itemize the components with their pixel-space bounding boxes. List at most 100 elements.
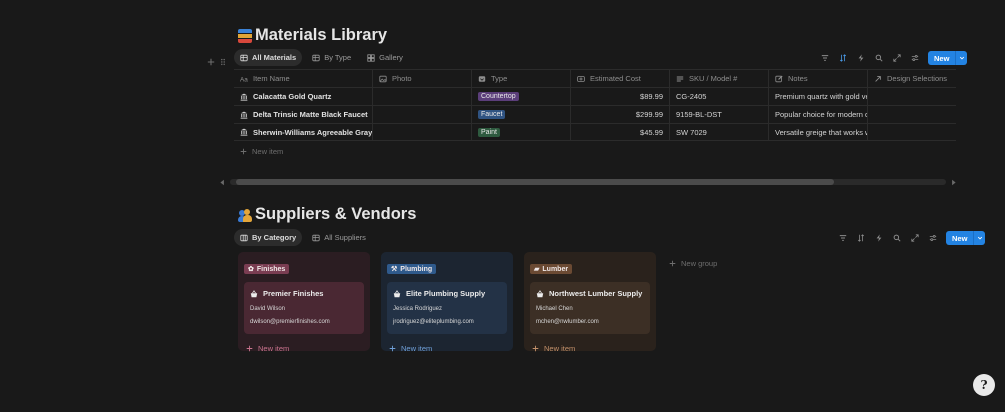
- add-block-icon[interactable]: [207, 53, 215, 71]
- item-name[interactable]: Delta Trinsic Matte Black Faucet: [253, 110, 368, 119]
- wrench-icon: ⚒: [391, 266, 398, 273]
- text-icon: Aa: [240, 76, 248, 83]
- supplier-contact: David Wilson: [250, 306, 286, 312]
- automation-bolt-icon[interactable]: [872, 232, 885, 245]
- type-tag: Countertop: [478, 92, 519, 101]
- tab-by-type[interactable]: By Type: [306, 49, 357, 66]
- materials-title-text: Materials Library: [255, 26, 388, 44]
- notes-cell: Popular choice for modern designs: [769, 106, 868, 123]
- item-name[interactable]: Calacatta Gold Quartz: [253, 92, 331, 101]
- scroll-left-icon[interactable]: [219, 173, 226, 191]
- column-header-design-selections[interactable]: Design Selections: [868, 70, 956, 87]
- table-row[interactable]: Delta Trinsic Matte Black Faucet Faucet …: [234, 105, 956, 123]
- automation-bolt-icon[interactable]: [854, 52, 867, 65]
- text-lines-icon: [676, 76, 684, 81]
- settings-sliders-icon[interactable]: [908, 52, 921, 65]
- table-icon: [312, 234, 320, 241]
- select-icon: [478, 75, 486, 82]
- horizontal-scrollbar[interactable]: [219, 178, 957, 186]
- basket-icon: [393, 289, 401, 297]
- basket-icon: [536, 289, 544, 297]
- supplier-card[interactable]: Premier Finishes David Wilson dwilson@pr…: [244, 282, 364, 334]
- tab-all-materials[interactable]: All Materials: [234, 49, 303, 66]
- supplier-name: Elite Plumbing Supply: [406, 289, 486, 298]
- help-button[interactable]: ?: [973, 374, 995, 396]
- wood-icon: ▰: [534, 266, 540, 273]
- people-emoji-icon: [238, 208, 252, 222]
- tab-gallery[interactable]: Gallery: [361, 49, 409, 66]
- board-column-finishes: ✿ Finishes Premier Finishes David Wilson…: [238, 252, 370, 353]
- new-group-button[interactable]: New group: [667, 252, 717, 274]
- column-header-sku[interactable]: SKU / Model #: [670, 70, 769, 87]
- palette-icon: ✿: [248, 266, 254, 273]
- supplier-email: jrodriguez@eliteplumbing.com: [393, 319, 474, 325]
- supplier-card[interactable]: Elite Plumbing Supply Jessica Rodriguez …: [387, 282, 507, 334]
- plus-icon: [532, 345, 539, 352]
- chevron-down-icon[interactable]: [955, 51, 968, 65]
- materials-new-button[interactable]: New: [928, 51, 968, 65]
- sort-icon[interactable]: [836, 52, 849, 65]
- photo-cell[interactable]: [373, 106, 472, 123]
- scroll-track[interactable]: [230, 179, 946, 185]
- group-tag-finishes[interactable]: ✿ Finishes: [244, 264, 290, 274]
- board-column-plumbing: ⚒ Plumbing Elite Plumbing Supply Jessica…: [381, 252, 513, 353]
- gallery-icon: [367, 53, 375, 62]
- suppliers-new-button[interactable]: New: [946, 231, 986, 245]
- scroll-thumb[interactable]: [236, 179, 834, 185]
- filter-icon[interactable]: [818, 52, 831, 65]
- supplier-name: Premier Finishes: [263, 289, 324, 298]
- column-header-type[interactable]: Type: [472, 70, 571, 87]
- bank-building-icon: [240, 128, 248, 136]
- scroll-right-icon[interactable]: [950, 173, 957, 191]
- bank-building-icon: [240, 93, 248, 101]
- type-tag: Paint: [478, 127, 500, 137]
- table-icon: [312, 54, 320, 61]
- suppliers-view-tabs: By Category All Suppliers: [234, 229, 372, 246]
- relation-arrow-icon: [875, 75, 881, 82]
- column-header-photo[interactable]: Photo: [373, 70, 472, 87]
- settings-sliders-icon[interactable]: [926, 232, 939, 245]
- edit-icon: [775, 75, 783, 82]
- chevron-down-icon[interactable]: [973, 231, 986, 245]
- group-tag-plumbing[interactable]: ⚒ Plumbing: [387, 264, 437, 274]
- cost-cell: $45.99: [571, 124, 670, 140]
- image-icon: [379, 75, 387, 82]
- tab-by-category[interactable]: By Category: [234, 229, 303, 246]
- suppliers-title-text: Suppliers & Vendors: [255, 205, 417, 223]
- sku-cell: CG-2405: [670, 88, 769, 105]
- design-selections-cell[interactable]: [868, 88, 956, 105]
- table-row[interactable]: Sherwin-Williams Agreeable Gray Paint $4…: [234, 123, 956, 141]
- expand-icon[interactable]: [890, 52, 903, 65]
- currency-icon: [577, 75, 585, 82]
- tab-all-suppliers[interactable]: All Suppliers: [306, 229, 372, 246]
- filter-icon[interactable]: [836, 232, 849, 245]
- supplier-card[interactable]: Northwest Lumber Supply Michael Chen mch…: [530, 282, 650, 334]
- materials-view-tabs: All Materials By Type Gallery: [234, 49, 409, 66]
- materials-new-item[interactable]: New item: [234, 141, 956, 161]
- table-icon: [240, 54, 248, 61]
- search-icon[interactable]: [872, 52, 885, 65]
- search-icon[interactable]: [890, 232, 903, 245]
- photo-cell[interactable]: [373, 88, 472, 105]
- svg-text:Aa: Aa: [240, 76, 248, 83]
- materials-toolbar: New: [818, 51, 968, 65]
- cost-cell: $299.99: [571, 106, 670, 123]
- column-header-estimated-cost[interactable]: Estimated Cost: [571, 70, 670, 87]
- column-new-item[interactable]: New item: [244, 344, 364, 353]
- type-tag: Faucet: [478, 110, 506, 119]
- board-icon: [240, 234, 248, 241]
- drag-handle-icon[interactable]: [219, 53, 227, 71]
- design-selections-cell[interactable]: [868, 106, 956, 123]
- table-header-row: Aa Item Name Photo Type Estimated Cost S…: [234, 69, 956, 87]
- expand-icon[interactable]: [908, 232, 921, 245]
- item-name[interactable]: Sherwin-Williams Agreeable Gray: [253, 128, 372, 137]
- column-header-item-name[interactable]: Aa Item Name: [234, 70, 373, 87]
- table-row[interactable]: Calacatta Gold Quartz Countertop $89.99 …: [234, 87, 956, 105]
- column-header-notes[interactable]: Notes: [769, 70, 868, 87]
- column-new-item[interactable]: New item: [387, 344, 507, 353]
- column-new-item[interactable]: New item: [530, 344, 650, 353]
- sort-icon[interactable]: [854, 232, 867, 245]
- group-tag-lumber[interactable]: ▰ Lumber: [530, 264, 573, 274]
- photo-cell[interactable]: [373, 124, 472, 140]
- design-selections-cell[interactable]: [868, 124, 956, 140]
